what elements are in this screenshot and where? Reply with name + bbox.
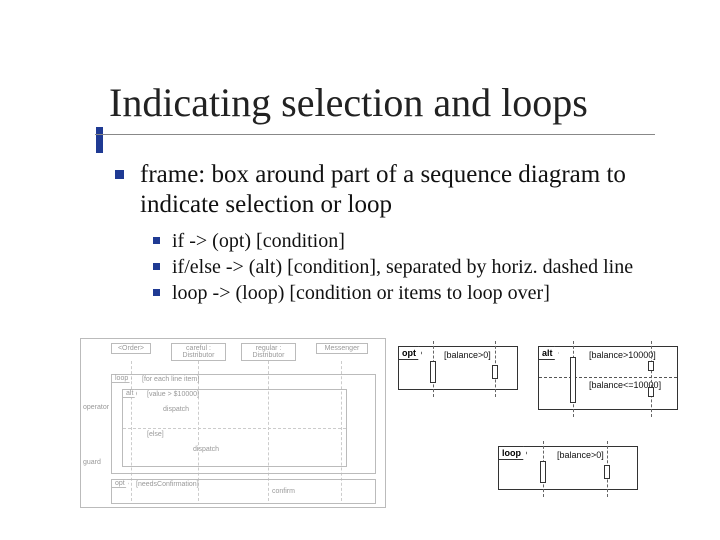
bullet-text: loop -> (loop) [condition or items to lo… <box>172 281 550 305</box>
frame-tag-alt: alt <box>538 346 559 360</box>
alt-separator <box>123 428 346 429</box>
activation-bar <box>430 361 436 383</box>
bullet-level2: if/else -> (alt) [condition], separated … <box>153 255 680 279</box>
frame-tag-opt: opt <box>398 346 422 360</box>
bullet-text: if -> (opt) [condition] <box>172 229 345 253</box>
frame-tag-loop: loop <box>111 374 132 383</box>
frame-condition: [balance>0] <box>444 350 491 360</box>
frame-cond: [needsConfirmation] <box>136 481 199 488</box>
msg-label: dispatch <box>193 446 219 453</box>
msg-label: confirm <box>272 488 295 495</box>
activation-bar <box>604 465 610 479</box>
lifeline <box>651 341 652 417</box>
bullet-square-icon <box>153 237 160 244</box>
loop-frame: loop [balance>0] <box>498 446 638 490</box>
title-underline <box>95 134 655 135</box>
title-accent <box>96 127 103 153</box>
frame-condition: [balance>0] <box>557 450 604 460</box>
participant-careful: careful : Distributor <box>171 343 226 361</box>
diagrams-area: <Order> careful : Distributor regular : … <box>80 338 680 518</box>
slide-title: Indicating selection and loops <box>109 79 588 126</box>
body-content: frame: box around part of a sequence dia… <box>115 160 680 307</box>
opt-frame: opt [balance>0] <box>398 346 518 390</box>
frame-tag-loop: loop <box>498 446 527 460</box>
frame-condition-1: [balance>10000] <box>589 350 656 360</box>
frame-loop: loop [for each line item] alt [value > $… <box>111 374 376 474</box>
bullet-square-icon <box>115 170 124 179</box>
sub-bullets: if -> (opt) [condition] if/else -> (alt)… <box>153 229 680 305</box>
participant-messenger: Messenger <box>316 343 368 354</box>
activation-bar <box>648 361 654 371</box>
bullet-level2: loop -> (loop) [condition or items to lo… <box>153 281 680 305</box>
activation-bar <box>648 387 654 397</box>
frame-cond: [for each line item] <box>142 376 199 383</box>
bullet-level2: if -> (opt) [condition] <box>153 229 680 253</box>
frame-opt: opt [needsConfirmation] confirm <box>111 479 376 504</box>
frame-cond: [value > $10000] <box>147 391 199 398</box>
frame-tag-alt: alt <box>122 389 137 398</box>
bullet-square-icon <box>153 263 160 270</box>
bullet-level1: frame: box around part of a sequence dia… <box>115 160 680 219</box>
frame-tag-opt: opt <box>111 479 129 488</box>
alt-frame: alt [balance>10000] [balance<=10000] <box>538 346 678 410</box>
activation-bar <box>570 357 576 403</box>
participant-order: <Order> <box>111 343 151 354</box>
bullet-square-icon <box>153 289 160 296</box>
bullet-text: frame: box around part of a sequence dia… <box>140 160 680 219</box>
activation-bar <box>540 461 546 483</box>
bullet-text: if/else -> (alt) [condition], separated … <box>172 255 633 279</box>
alt-separator <box>539 377 677 378</box>
frame-cond: [else] <box>147 431 164 438</box>
frame-alt: alt [value > $10000] dispatch [else] dis… <box>122 389 347 467</box>
activation-bar <box>492 365 498 379</box>
participant-regular: regular : Distributor <box>241 343 296 361</box>
side-label-guard: guard <box>83 459 101 466</box>
sequence-diagram-large: <Order> careful : Distributor regular : … <box>80 338 386 508</box>
msg-label: dispatch <box>163 406 189 413</box>
side-label-operator: operator <box>83 404 109 411</box>
